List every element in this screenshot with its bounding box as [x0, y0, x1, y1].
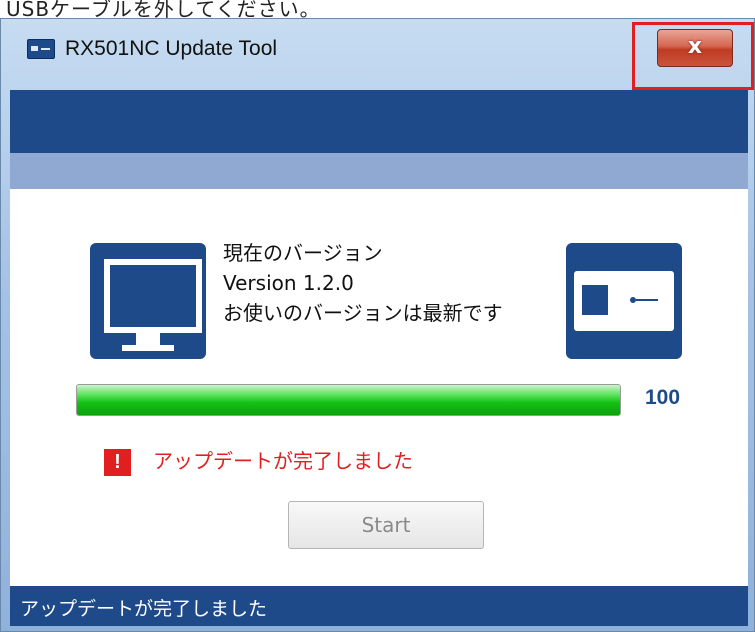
device-icon: [566, 243, 682, 359]
device-module: [582, 285, 608, 315]
status-bar-text: アップデートが完了しました: [20, 598, 268, 620]
status-bar: アップデートが完了しました: [10, 586, 748, 626]
subheader-band: [10, 153, 748, 189]
monitor-stand: [136, 333, 160, 345]
app-window-icon: [27, 39, 55, 59]
header-band: [10, 90, 748, 153]
client-area: 現在のバージョン Version 1.2.0 お使いのバージョンは最新です 10…: [10, 90, 748, 626]
window-title: RX501NC Update Tool: [65, 37, 278, 60]
device-indicator: [636, 299, 658, 301]
close-button-highlight: [632, 22, 754, 90]
instruction-caption: USBケーブルを外してください。: [6, 0, 321, 21]
progress-fill: [77, 385, 620, 415]
version-number: Version 1.2.0: [223, 271, 354, 295]
monitor-icon: [90, 243, 206, 359]
monitor-screen: [104, 259, 202, 333]
version-heading: 現在のバージョン: [223, 241, 383, 265]
progress-bar: [76, 384, 621, 416]
progress-value: 100: [645, 386, 681, 409]
completion-message: アップデートが完了しました: [153, 449, 413, 473]
version-info: 現在のバージョン Version 1.2.0 お使いのバージョンは最新です: [223, 238, 503, 328]
version-status: お使いのバージョンは最新です: [223, 301, 503, 325]
update-tool-window: RX501NC Update Tool x 現在のバージョン Version 1…: [0, 18, 755, 632]
start-button[interactable]: Start: [288, 501, 484, 549]
warning-icon: !: [104, 449, 131, 476]
device-body: [574, 271, 674, 331]
monitor-base: [122, 345, 174, 351]
